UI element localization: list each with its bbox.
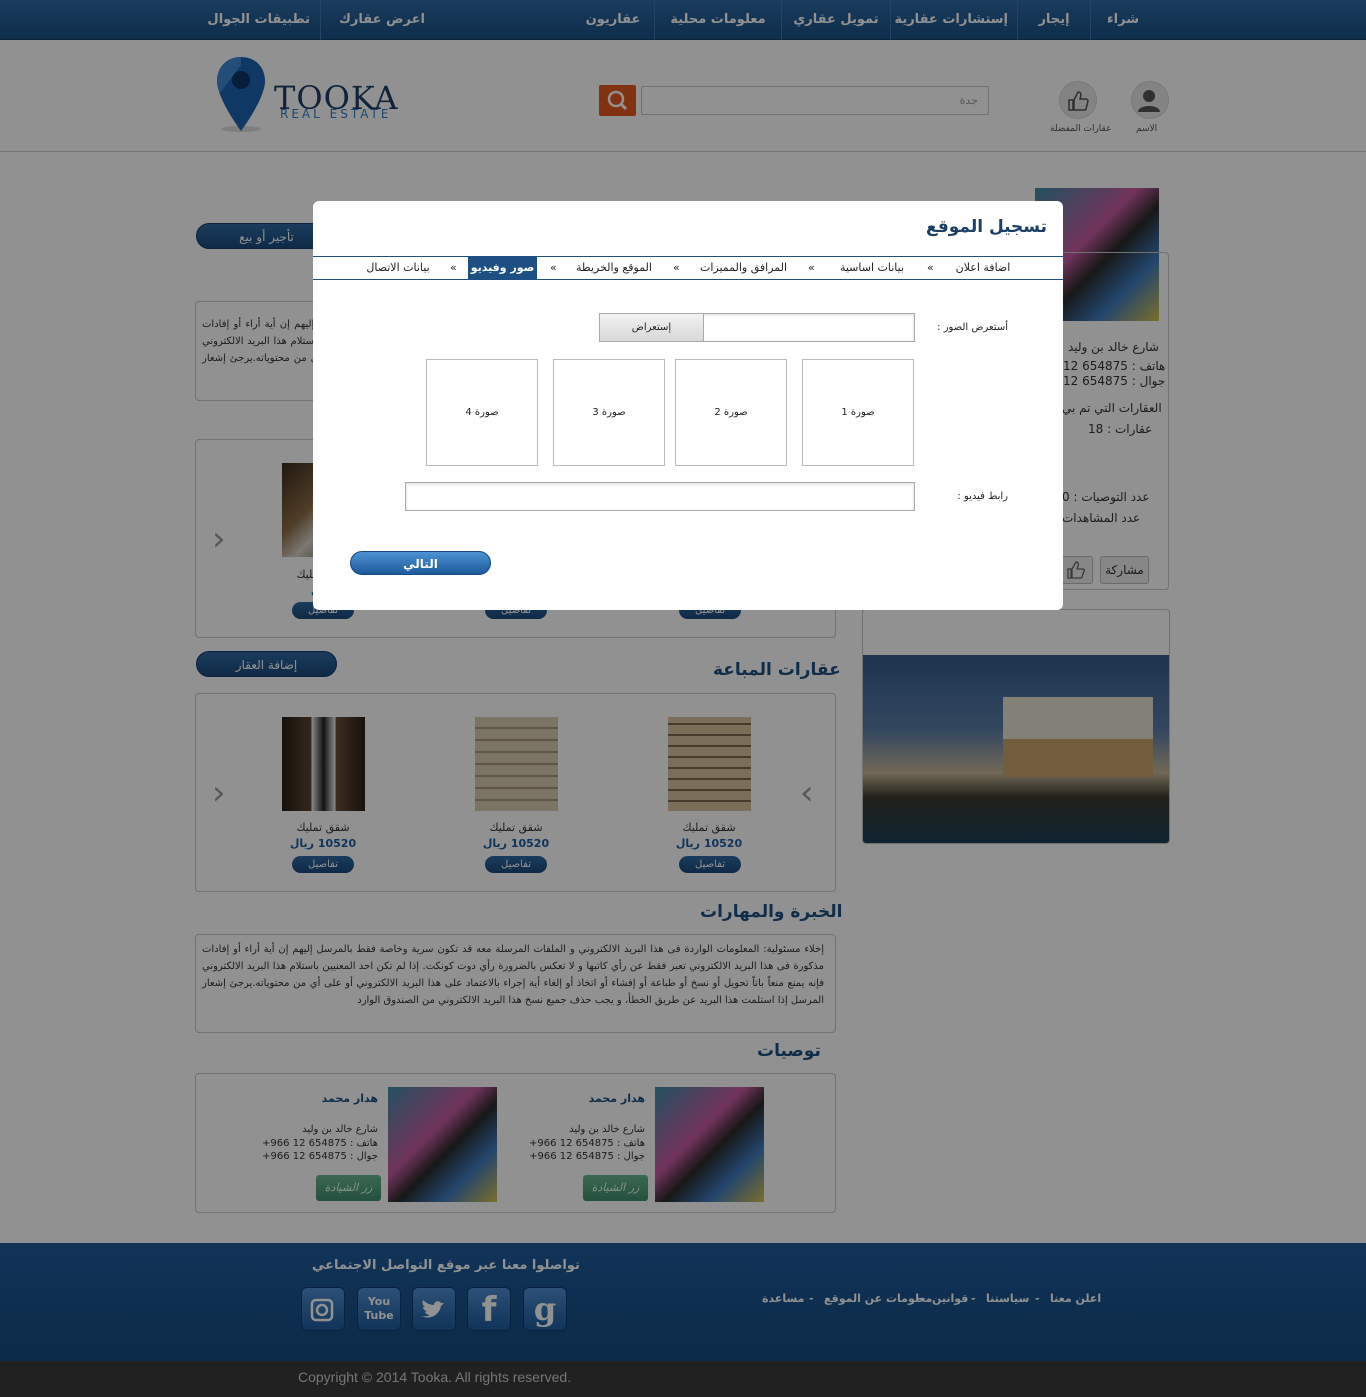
browse-photos-label: أستعرض الصور : [937,322,1008,333]
browse-button[interactable]: إستعراض [599,313,704,342]
register-modal: تسجيل الموقع اضافة اعلان » بيانات اساسية… [313,201,1063,610]
tab-basic-data[interactable]: بيانات اساسية [833,257,911,279]
photo-slot-4[interactable]: صورة 4 [426,359,538,466]
tab-separator: » [550,261,557,274]
tab-facilities[interactable]: المرافق والمميزات [697,257,790,279]
video-link-input[interactable] [405,482,915,511]
tab-separator: » [673,261,680,274]
video-link-label: رابط فيديو : [957,491,1008,502]
tab-location-map[interactable]: الموقع والخريطة [573,257,655,279]
tab-add-ad[interactable]: اضافة اعلان [951,257,1015,279]
photo-slot-2[interactable]: صورة 2 [675,359,787,466]
tab-separator: » [450,261,457,274]
tab-contact-data[interactable]: بيانات الاتصال [361,257,435,279]
tab-separator: » [927,261,934,274]
next-button[interactable]: التالي [350,551,491,575]
tab-photos-video[interactable]: صور وفيديو [468,257,537,279]
tab-separator: » [808,261,815,274]
modal-title: تسجيل الموقع [926,217,1047,237]
modal-tabs: اضافة اعلان » بيانات اساسية » المرافق وا… [313,256,1063,280]
photo-slot-3[interactable]: صورة 3 [553,359,665,466]
photo-slot-1[interactable]: صورة 1 [802,359,914,466]
